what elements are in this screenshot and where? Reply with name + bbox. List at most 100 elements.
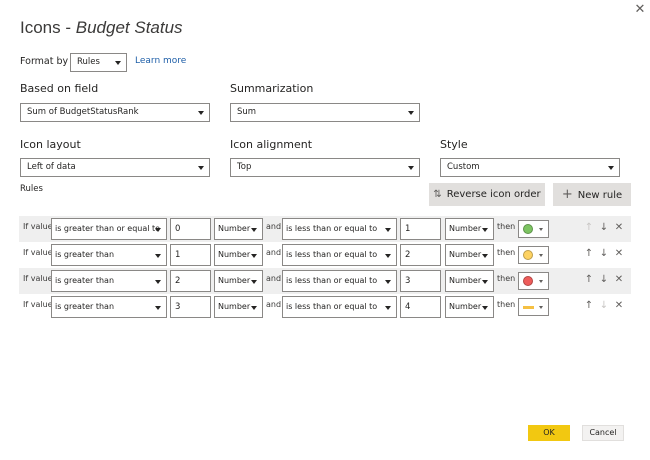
then-label: then (497, 274, 516, 283)
chevron-down-icon (539, 280, 543, 283)
max-operator-select[interactable]: is less than or equal to (282, 244, 397, 266)
max-operator-select[interactable]: is less than or equal to (282, 270, 397, 292)
delete-rule-icon[interactable]: ✕ (613, 248, 625, 259)
icon-layout-label: Icon layout (20, 138, 81, 151)
condition-operator-select[interactable]: is greater than (51, 296, 167, 318)
chevron-down-icon (155, 306, 161, 310)
based-on-field-select[interactable]: Sum of BudgetStatusRank (20, 103, 210, 122)
plus-icon: + (561, 187, 573, 202)
if-value-label: If value (23, 300, 53, 309)
min-type-select[interactable]: Number (214, 296, 263, 318)
move-up-icon: ↑ (584, 222, 594, 233)
move-down-icon[interactable]: ↓ (598, 222, 610, 233)
then-label: then (497, 222, 516, 231)
min-type-select[interactable]: Number (214, 244, 263, 266)
reverse-icon-order-button[interactable]: ⇅ Reverse icon order (429, 183, 545, 206)
condition-operator-select[interactable]: is greater than (51, 244, 167, 266)
chevron-down-icon (482, 254, 488, 258)
icon-layout-select[interactable]: Left of data (20, 158, 210, 177)
close-icon[interactable]: ✕ (632, 2, 648, 18)
chevron-down-icon (385, 228, 391, 232)
move-down-icon[interactable]: ↓ (598, 248, 610, 259)
summarization-label: Summarization (230, 82, 314, 95)
move-up-icon[interactable]: ↑ (583, 300, 595, 311)
max-operator-select[interactable]: is less than or equal to (282, 296, 397, 318)
swap-arrows-icon: ⇅ (433, 189, 442, 200)
red-circle-icon (523, 276, 533, 286)
min-type-select[interactable]: Number (214, 270, 263, 292)
if-value-label: If value (23, 274, 53, 283)
max-value-input[interactable]: 2 (400, 244, 441, 266)
icon-picker[interactable] (518, 220, 549, 238)
chevron-down-icon (198, 166, 204, 170)
icon-picker[interactable] (518, 272, 549, 290)
condition-operator-select[interactable]: is greater than (51, 270, 167, 292)
based-on-field-label: Based on field (20, 82, 99, 95)
yellow-circle-icon (523, 250, 533, 260)
dialog-title: Icons - Budget Status (20, 18, 183, 37)
rules-label: Rules (20, 184, 43, 194)
max-type-select[interactable]: Number (445, 270, 494, 292)
yellow-dash-icon (523, 306, 534, 309)
ok-button[interactable]: OK (528, 425, 570, 441)
delete-rule-icon[interactable]: ✕ (613, 300, 625, 311)
icon-alignment-select[interactable]: Top (230, 158, 420, 177)
and-label: and (266, 222, 282, 231)
max-type-select[interactable]: Number (445, 244, 494, 266)
learn-more-link[interactable]: Learn more (135, 56, 186, 66)
move-down-icon: ↓ (599, 300, 609, 311)
and-label: and (266, 300, 282, 309)
max-value-input[interactable]: 1 (400, 218, 441, 240)
format-by-select[interactable]: Rules (70, 53, 127, 72)
style-label: Style (440, 138, 468, 151)
delete-rule-icon[interactable]: ✕ (613, 222, 625, 233)
delete-rule-icon[interactable]: ✕ (613, 274, 625, 285)
chevron-down-icon (385, 280, 391, 284)
icon-alignment-label: Icon alignment (230, 138, 313, 151)
if-value-label: If value (23, 248, 53, 257)
chevron-down-icon (385, 306, 391, 310)
chevron-down-icon (482, 228, 488, 232)
max-value-input[interactable]: 4 (400, 296, 441, 318)
chevron-down-icon (251, 228, 257, 232)
condition-operator-select[interactable]: is greater than or equal to (51, 218, 167, 240)
chevron-down-icon (155, 254, 161, 258)
chevron-down-icon (539, 228, 543, 231)
move-down-icon[interactable]: ↓ (598, 274, 610, 285)
chevron-down-icon (155, 228, 161, 232)
chevron-down-icon (482, 306, 488, 310)
min-value-input[interactable]: 1 (170, 244, 211, 266)
chevron-down-icon (251, 254, 257, 258)
chevron-down-icon (539, 306, 543, 309)
min-value-input[interactable]: 0 (170, 218, 211, 240)
style-select[interactable]: Custom (440, 158, 620, 177)
icon-picker[interactable] (518, 298, 549, 316)
min-type-select[interactable]: Number (214, 218, 263, 240)
max-type-select[interactable]: Number (445, 218, 494, 240)
chevron-down-icon (608, 166, 614, 170)
then-label: then (497, 300, 516, 309)
min-value-input[interactable]: 3 (170, 296, 211, 318)
icon-picker[interactable] (518, 246, 549, 264)
chevron-down-icon (115, 61, 121, 65)
if-value-label: If value (23, 222, 53, 231)
and-label: and (266, 248, 282, 257)
chevron-down-icon (251, 280, 257, 284)
chevron-down-icon (198, 111, 204, 115)
max-type-select[interactable]: Number (445, 296, 494, 318)
new-rule-button[interactable]: + New rule (553, 183, 631, 206)
move-up-icon[interactable]: ↑ (583, 274, 595, 285)
summarization-select[interactable]: Sum (230, 103, 420, 122)
max-value-input[interactable]: 3 (400, 270, 441, 292)
then-label: then (497, 248, 516, 257)
chevron-down-icon (482, 280, 488, 284)
move-up-icon[interactable]: ↑ (583, 248, 595, 259)
chevron-down-icon (385, 254, 391, 258)
min-value-input[interactable]: 2 (170, 270, 211, 292)
format-by-label: Format by (20, 56, 69, 67)
cancel-button[interactable]: Cancel (582, 425, 624, 441)
max-operator-select[interactable]: is less than or equal to (282, 218, 397, 240)
green-circle-icon (523, 224, 533, 234)
chevron-down-icon (408, 166, 414, 170)
chevron-down-icon (408, 111, 414, 115)
